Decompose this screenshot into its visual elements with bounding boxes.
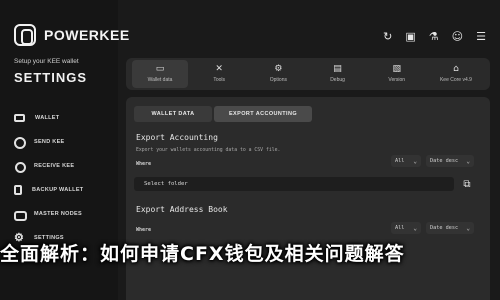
tab-label: Version <box>388 77 406 83</box>
panel-subtabs: WALLET DATA EXPORT ACCOUNTING <box>134 106 312 122</box>
tab-options[interactable]: ⚙ Options <box>250 60 306 88</box>
tools-icon: ✕ <box>215 64 223 74</box>
tab-label: Options <box>269 77 287 83</box>
settings-tabs: ▭ Wallet data ✕ Tools ⚙ Options ▤ Debug … <box>126 58 490 90</box>
setup-subtitle: Setup your KEE wallet <box>14 58 79 65</box>
sidebar-item-send-kee[interactable]: SEND KEE <box>14 130 114 154</box>
export-accounting-description: Export your wallets accounting data to a… <box>136 148 281 153</box>
dropdown-value: Date desc <box>430 158 459 164</box>
tab-label: Tools <box>213 77 226 83</box>
tab-wallet-data[interactable]: ▭ Wallet data <box>132 60 188 88</box>
backup-icon <box>14 185 22 195</box>
chevron-down-icon: ⌄ <box>413 157 417 165</box>
sidebar-nav: WALLET SEND KEE RECEIVE KEE BACKUP WALLE… <box>14 106 114 250</box>
tab-label: Wallet data <box>147 77 173 83</box>
sort-dropdown[interactable]: Date desc ⌄ <box>426 222 474 234</box>
chevron-down-icon: ⌄ <box>466 224 470 232</box>
sidebar-item-label: WALLET <box>35 115 60 121</box>
dropdown-value: Date desc <box>430 225 459 231</box>
receive-icon <box>14 161 26 173</box>
page-title: SETTINGS <box>14 70 88 85</box>
tab-label: Debug <box>330 77 345 83</box>
masternodes-icon <box>14 209 27 221</box>
gift-icon[interactable]: ▣ <box>405 30 415 44</box>
where-label: Where <box>136 227 152 233</box>
core-icon: ⌂ <box>453 64 459 74</box>
sidebar-item-label: MASTER NODES <box>34 211 82 217</box>
tab-kee-core[interactable]: ⌂ Kee Core v4.9 <box>428 60 484 88</box>
sidebar-item-wallet[interactable]: WALLET <box>14 106 114 130</box>
sidebar-item-master-nodes[interactable]: MASTER NODES <box>14 202 114 226</box>
wallet-icon <box>14 114 25 122</box>
where-label: Where <box>136 161 152 167</box>
options-icon: ⚙ <box>274 64 283 74</box>
debug-icon: ▤ <box>333 64 342 74</box>
powerkee-logo-icon <box>14 24 36 46</box>
sidebar-item-receive-kee[interactable]: RECEIVE KEE <box>14 154 114 178</box>
tab-debug[interactable]: ▤ Debug <box>310 60 366 88</box>
tab-label: Kee Core v4.9 <box>439 77 472 83</box>
wallet-data-icon: ▭ <box>155 64 165 74</box>
subtab-wallet-data[interactable]: WALLET DATA <box>134 106 212 122</box>
tab-tools[interactable]: ✕ Tools <box>191 60 247 88</box>
chevron-down-icon: ⌄ <box>413 224 417 232</box>
send-icon <box>14 137 26 149</box>
user-icon[interactable]: ☺ <box>452 30 463 44</box>
overlay-banner-text: 全面解析：如何申请CFX钱包及相关问题解答 <box>0 243 405 265</box>
sliders-icon[interactable]: ☰ <box>476 30 486 44</box>
top-icon-bar: ↻ ▣ ⚗ ☺ ☰ <box>383 30 486 44</box>
flask-icon[interactable]: ⚗ <box>429 30 439 44</box>
select-folder-input[interactable]: Select folder <box>134 177 454 191</box>
sort-dropdown[interactable]: Date desc ⌄ <box>426 155 474 167</box>
refresh-icon[interactable]: ↻ <box>383 30 392 44</box>
folder-icon[interactable]: ⧉ <box>460 177 474 191</box>
chevron-down-icon: ⌄ <box>466 157 470 165</box>
version-icon: ▧ <box>392 64 401 74</box>
brand-name: POWERKEE <box>44 27 130 43</box>
sidebar-item-label: BACKUP WALLET <box>32 187 84 193</box>
export-address-book-title: Export Address Book <box>136 205 228 214</box>
subtab-export-accounting[interactable]: EXPORT ACCOUNTING <box>214 106 312 122</box>
tab-version[interactable]: ▧ Version <box>369 60 425 88</box>
dropdown-value: All <box>395 158 405 164</box>
brand: POWERKEE <box>14 24 130 46</box>
filter-all-dropdown[interactable]: All ⌄ <box>391 222 421 234</box>
sidebar-item-label: SEND KEE <box>34 139 65 145</box>
filter-all-dropdown[interactable]: All ⌄ <box>391 155 421 167</box>
export-accounting-title: Export Accounting <box>136 133 218 142</box>
sidebar-item-label: RECEIVE KEE <box>34 163 75 169</box>
sidebar-item-backup-wallet[interactable]: BACKUP WALLET <box>14 178 114 202</box>
dropdown-value: All <box>395 225 405 231</box>
